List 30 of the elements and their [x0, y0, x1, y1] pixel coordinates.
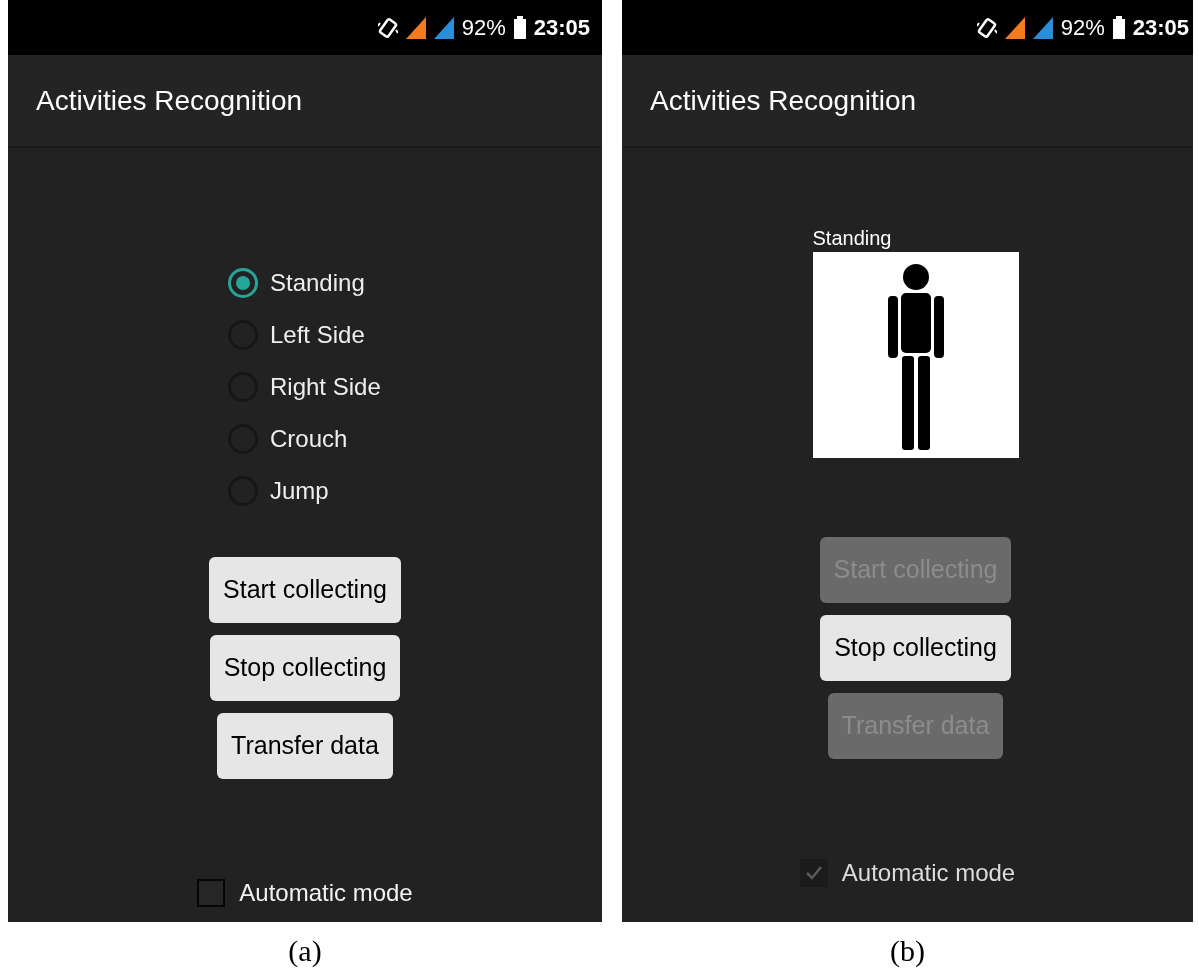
- checkbox[interactable]: [197, 879, 226, 907]
- checkbox-label: Automatic mode: [239, 878, 413, 908]
- battery-percentage: 92%: [461, 14, 506, 42]
- radio-label: Left Side: [270, 320, 365, 350]
- vibrate-icon: [976, 16, 997, 39]
- signal-icon: [405, 16, 426, 39]
- app-title: Activities Recognition: [36, 83, 303, 118]
- action-button[interactable]: Transfer data: [217, 713, 393, 779]
- radio-label: Right Side: [270, 372, 381, 402]
- vibrate-icon: [377, 16, 398, 39]
- action-button[interactable]: Start collecting: [209, 557, 401, 623]
- radio-label: Standing: [270, 268, 365, 298]
- figure-caption: (a): [288, 933, 322, 969]
- radio-label: Jump: [270, 476, 329, 506]
- figure-caption: (b): [890, 933, 925, 969]
- battery-percentage: 92%: [1060, 14, 1105, 42]
- action-button[interactable]: Stop collecting: [820, 615, 1011, 681]
- battery-icon: [1112, 16, 1125, 39]
- app-title: Activities Recognition: [650, 83, 917, 118]
- signal-icon: [1032, 16, 1053, 39]
- signal-icon: [1004, 16, 1025, 39]
- signal-icon: [433, 16, 454, 39]
- radio-button[interactable]: [228, 268, 258, 298]
- activity-label: Standing: [812, 226, 892, 250]
- action-button[interactable]: Stop collecting: [209, 635, 401, 701]
- clock-time: 23:05: [533, 14, 590, 42]
- clock-time: 23:05: [1132, 14, 1189, 42]
- checkbox-label: Automatic mode: [841, 858, 1016, 888]
- radio-label: Crouch: [270, 424, 348, 454]
- battery-icon: [513, 16, 526, 39]
